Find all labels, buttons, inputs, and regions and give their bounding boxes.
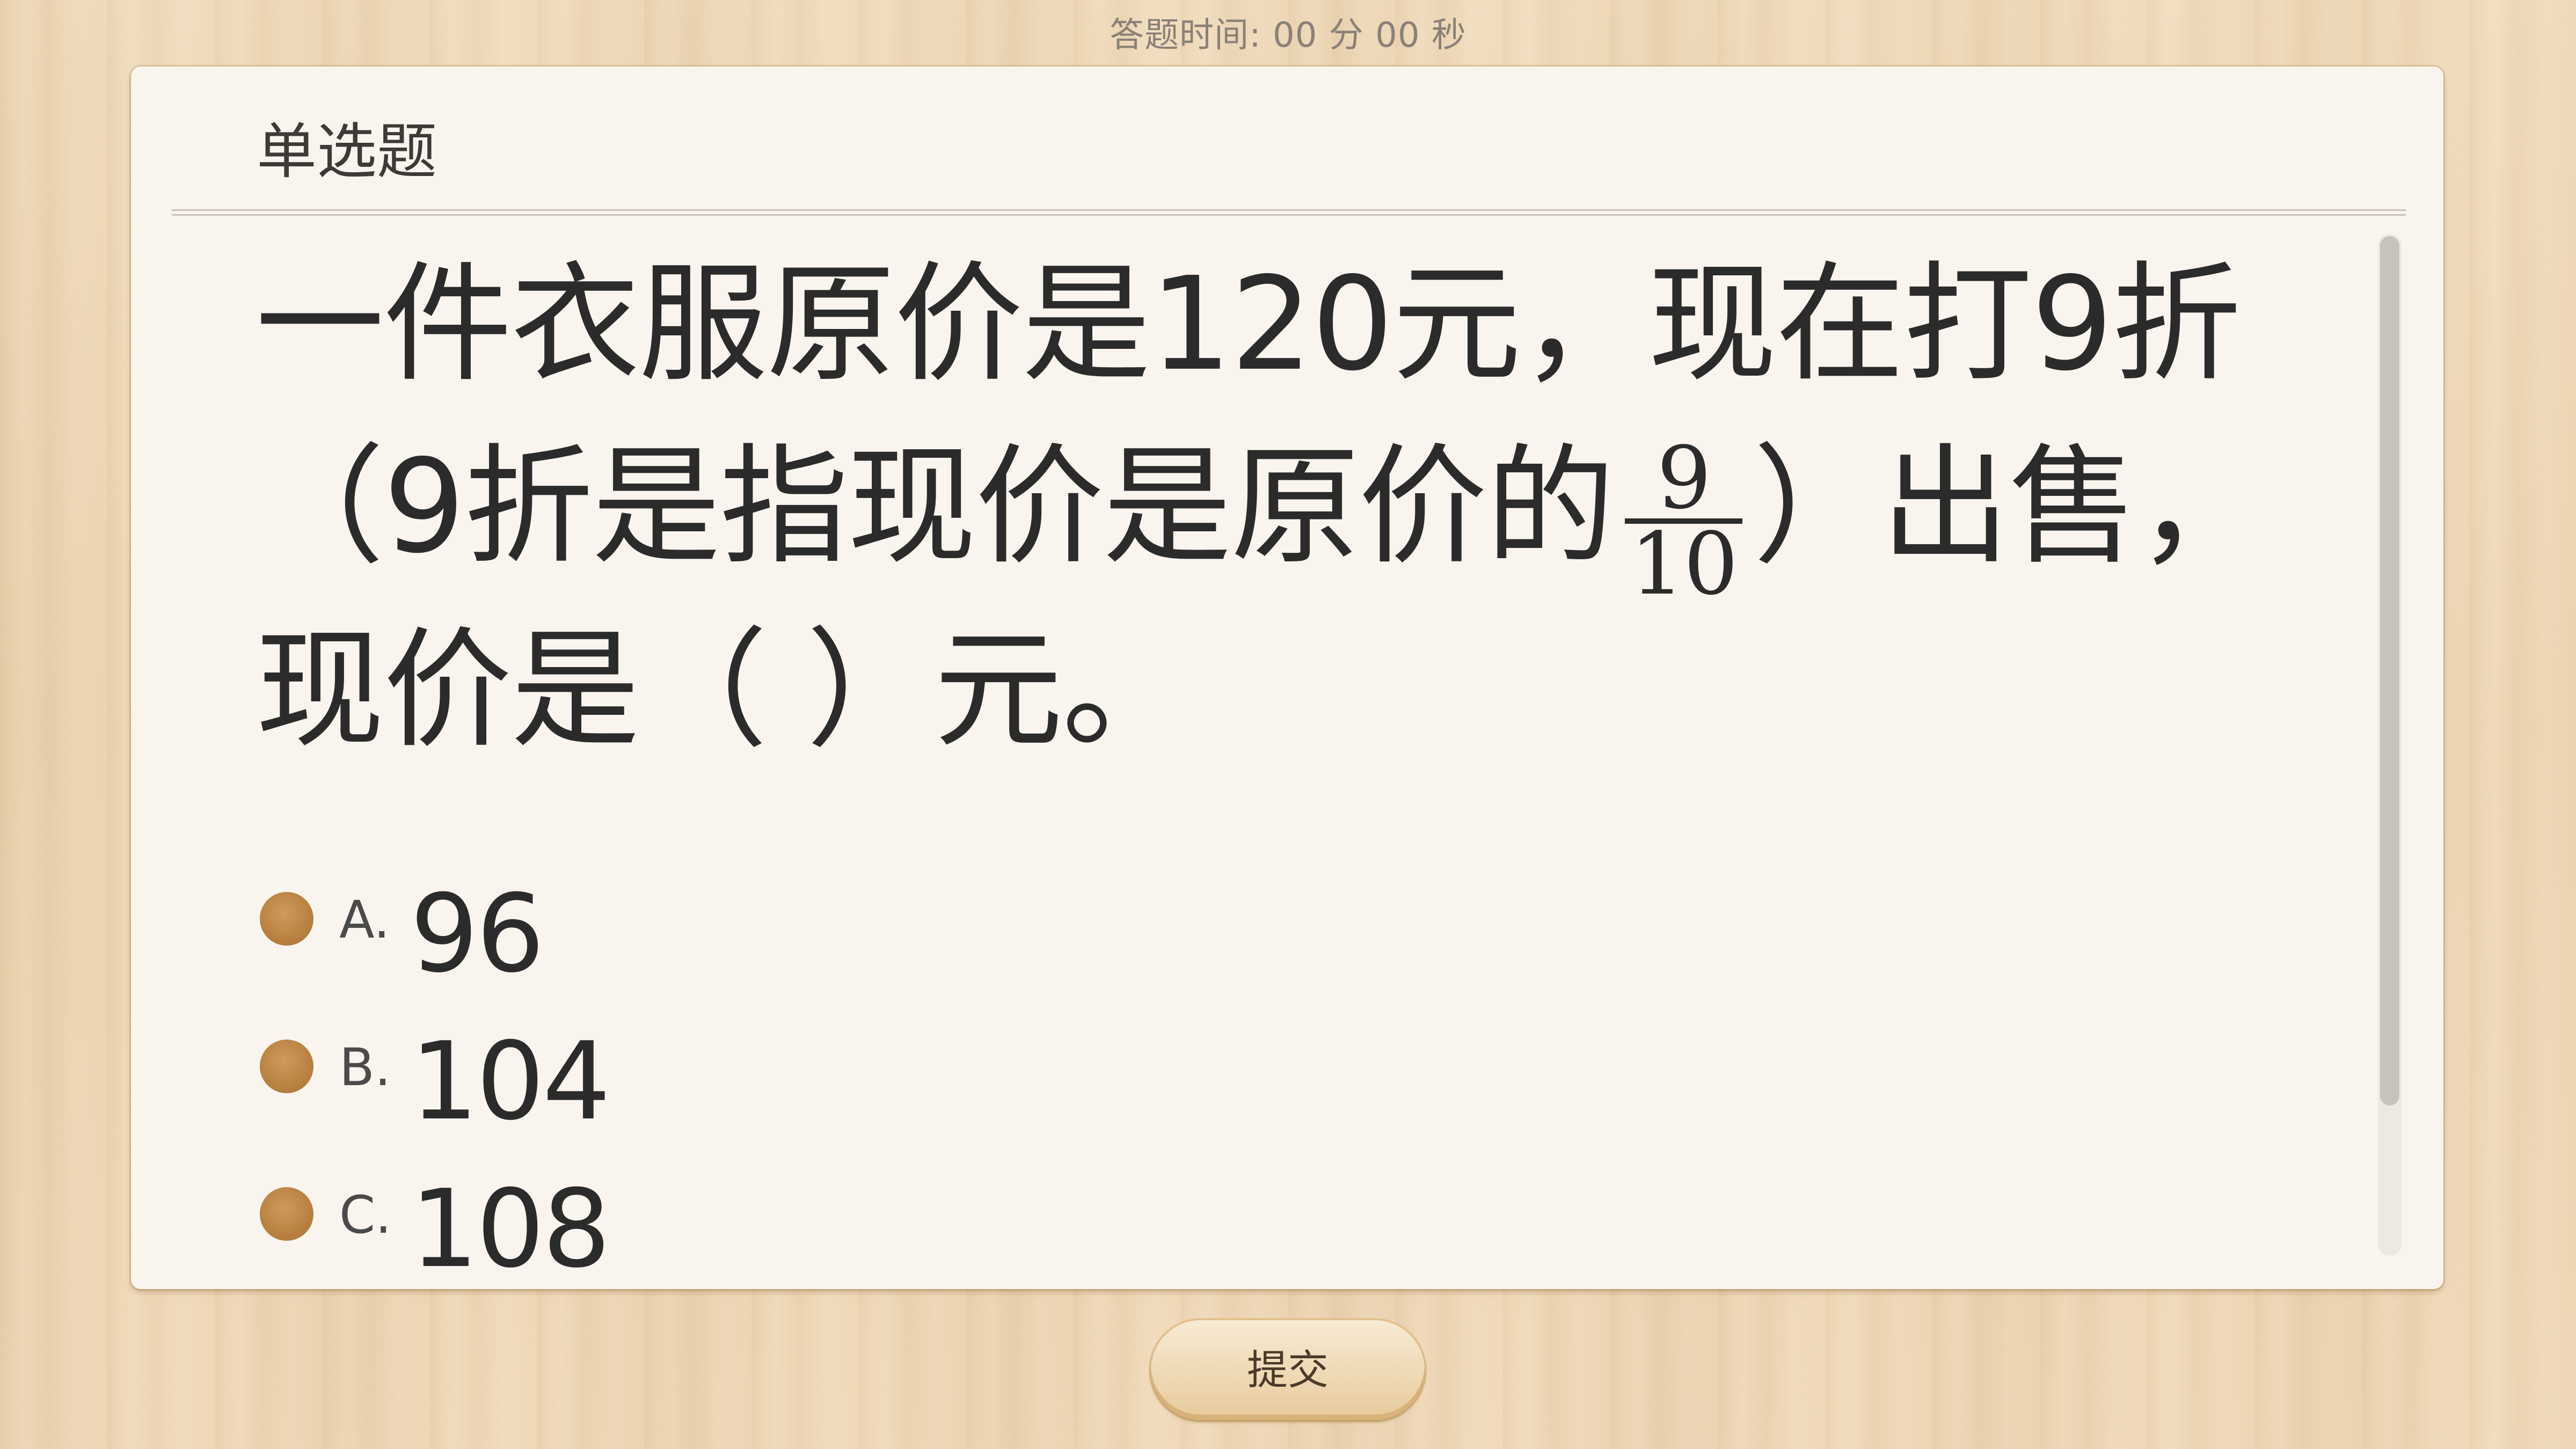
question-type-label: 单选题	[257, 117, 437, 187]
fraction-numerator: 9	[1624, 435, 1743, 524]
timer-label: 答题时间:	[1110, 16, 1261, 55]
scrollbar-thumb[interactable]	[2380, 236, 2399, 1106]
submit-button[interactable]: 提交	[1151, 1320, 1425, 1420]
vertical-scrollbar[interactable]	[2378, 234, 2402, 1256]
radio-button-icon[interactable]	[260, 1040, 313, 1093]
answer-timer: 答题时间: 00 分 00 秒	[0, 8, 2576, 57]
option-value: 104	[410, 1019, 611, 1144]
fraction-denominator: 10	[1630, 514, 1739, 614]
fraction-nine-tenths: 9 10	[1624, 435, 1743, 614]
radio-button-icon[interactable]	[260, 892, 313, 946]
option-letter: B.	[339, 1037, 391, 1097]
radio-button-icon[interactable]	[260, 1187, 313, 1241]
option-value: 108	[410, 1167, 611, 1292]
timer-value: 00 分 00 秒	[1273, 16, 1466, 55]
option-letter: A.	[339, 890, 390, 950]
option-value: 96	[410, 872, 544, 997]
question-text: 一件衣服原价是120元，现在打9折（9折是指现价是原价的 9 10 ）出售，现价是（ …	[256, 233, 2360, 781]
header-divider	[172, 209, 2406, 216]
question-card: 单选题 一件衣服原价是120元，现在打9折（9折是指现价是原价的 9 10 ）出售，现…	[131, 67, 2443, 1292]
option-letter: C.	[339, 1185, 392, 1245]
